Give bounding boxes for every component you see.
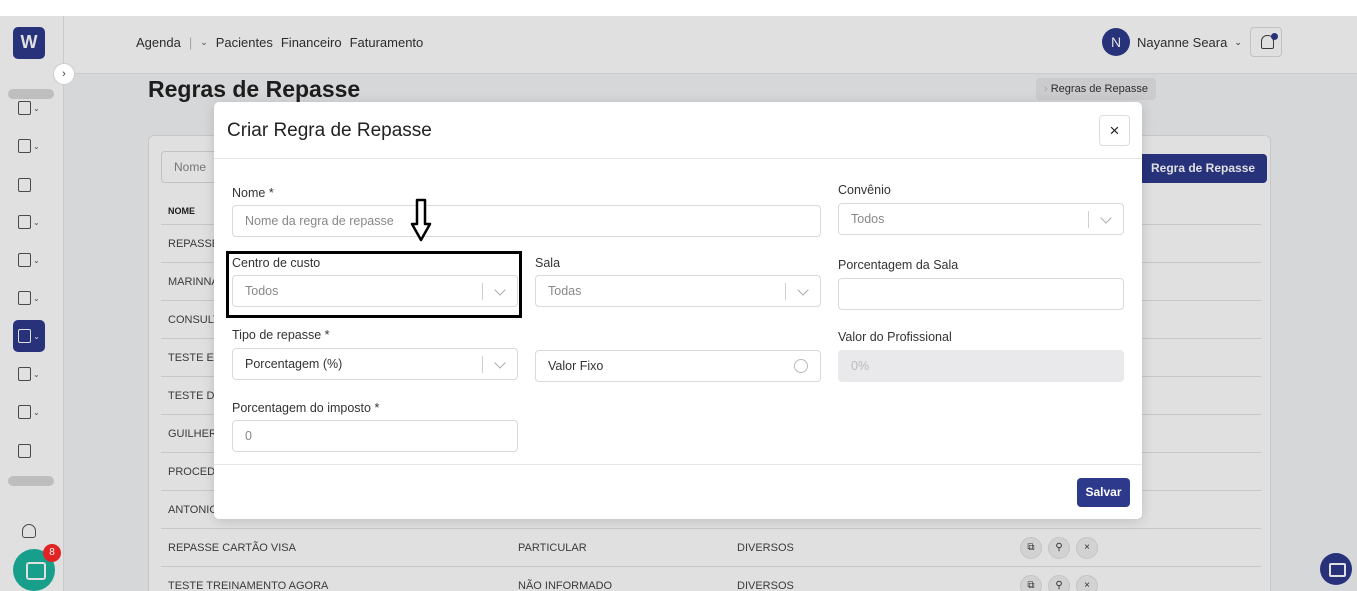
tipo-repasse-label: Tipo de repasse * — [232, 328, 330, 342]
modal-header: Criar Regra de Repasse × — [214, 102, 1142, 159]
select-separator — [482, 356, 483, 373]
valor-fixo-radio[interactable] — [794, 359, 808, 373]
chevron-down-icon — [494, 357, 506, 369]
imposto-label: Porcentagem do imposto * — [232, 401, 380, 415]
convenio-label: Convênio — [838, 183, 891, 197]
sidebar-collapse-button[interactable]: › — [53, 63, 75, 85]
save-button[interactable]: Salvar — [1077, 478, 1130, 507]
valor-fixo-toggle-field[interactable]: Valor Fixo — [535, 350, 821, 382]
chat-badge: 8 — [43, 544, 61, 562]
sala-label: Sala — [535, 256, 561, 270]
arrow-down-annotation-icon — [410, 198, 432, 242]
modal-title: Criar Regra de Repasse — [227, 120, 432, 141]
sala-select[interactable]: Todas — [535, 275, 821, 307]
highlight-annotation-box — [226, 251, 522, 318]
chevron-down-icon — [797, 284, 809, 296]
select-separator — [785, 283, 786, 300]
valor-profissional-input: 0% — [838, 350, 1124, 382]
nome-label: Nome * — [232, 186, 274, 200]
select-separator — [1088, 211, 1089, 228]
nome-input[interactable]: Nome da regra de repasse — [232, 205, 821, 237]
valor-profissional-label: Valor do Profissional — [838, 330, 952, 344]
valor-fixo-label: Valor Fixo — [548, 359, 604, 373]
porcentagem-sala-input[interactable] — [838, 278, 1124, 310]
chevron-down-icon — [1100, 212, 1112, 224]
sala-value: Todas — [548, 284, 582, 298]
convenio-value: Todos — [851, 212, 885, 226]
imposto-input[interactable]: 0 — [232, 420, 518, 452]
porcentagem-sala-label: Porcentagem da Sala — [838, 258, 959, 272]
close-button[interactable]: × — [1099, 115, 1130, 146]
tipo-repasse-select[interactable]: Porcentagem (%) — [232, 348, 518, 380]
convenio-select[interactable]: Todos — [838, 203, 1124, 235]
tipo-repasse-value: Porcentagem (%) — [245, 357, 343, 371]
modal-footer: Salvar — [214, 464, 1142, 519]
